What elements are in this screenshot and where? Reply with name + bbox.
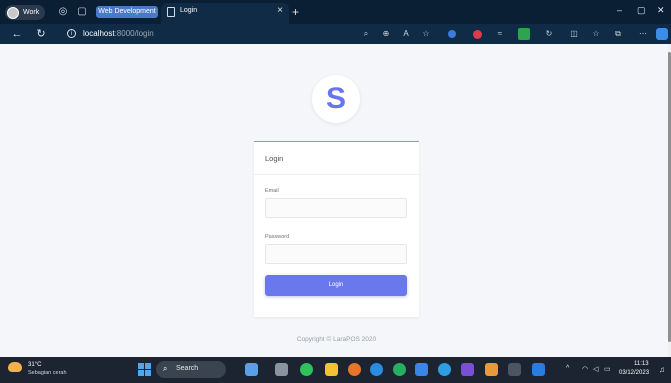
clock-date[interactable]: 03/12/2023 [619,370,649,376]
refresh-icon[interactable]: ↻ [34,27,48,41]
read-aloud-icon[interactable]: A [400,28,412,40]
todo-icon[interactable] [415,363,428,376]
minimize-icon[interactable]: – [617,5,622,15]
browser-toolbar: ← ↻ i localhost:8000/login ⌕ ⊕ A ☆ ≈ ↻ ◫… [0,24,671,44]
taskbar: 31°C Sebagian cerah ⌕ Search ^ ◠ ◁ ▭ 11:… [0,357,671,383]
copilot-icon[interactable] [656,28,668,40]
card-title: Login [265,154,284,163]
tab-actions-icon[interactable]: ▢ [76,6,88,18]
profile-avatar [7,6,19,19]
sublime-icon[interactable] [485,363,498,376]
app-logo: S [312,75,360,123]
extension-blue-icon[interactable] [448,30,456,38]
zoom-icon[interactable]: ⊕ [380,28,392,40]
taskbar-search[interactable]: ⌕ Search [156,361,226,378]
file-explorer-icon[interactable] [325,363,338,376]
restore-icon[interactable]: ▢ [637,5,646,16]
telegram-icon[interactable] [438,363,451,376]
edge-icon[interactable] [370,363,383,376]
profile-button[interactable]: Work [5,5,45,20]
back-icon[interactable]: ← [10,27,24,41]
favorites-icon[interactable]: ☆ [590,28,602,40]
widgets-icon[interactable] [245,363,258,376]
vscode-icon[interactable] [532,363,545,376]
url-path: :8000/login [114,29,154,38]
browser-tab-strip: Work ◎ ▢ Web Development Login × + – ▢ ✕ [0,0,671,24]
wifi-icon[interactable]: ◠ [582,365,588,373]
notification-bell-icon[interactable]: ♫ [659,365,665,374]
search-label: Search [176,365,199,372]
weather-desc[interactable]: Sebagian cerah [28,370,67,376]
split-screen-icon[interactable]: ◫ [568,28,580,40]
search-page-icon[interactable]: ⌕ [360,28,372,40]
email-field[interactable] [265,198,407,218]
refresh-extension-icon[interactable]: ↻ [543,28,555,40]
extension-green-icon[interactable] [518,28,530,40]
clock-time[interactable]: 11:13 [634,361,649,367]
extension-red-icon[interactable] [473,30,482,39]
task-view-icon[interactable] [275,363,288,376]
weather-icon[interactable] [8,362,22,372]
start-button[interactable] [138,363,151,376]
favorite-star-icon[interactable]: ☆ [420,28,432,40]
close-window-icon[interactable]: ✕ [657,5,665,16]
site-info-icon[interactable]: i [67,29,76,38]
battery-icon[interactable]: ▭ [604,365,611,373]
password-label: Password [265,234,290,240]
email-label: Email [265,188,279,194]
onenote-icon[interactable] [461,363,474,376]
login-button[interactable]: Login [265,275,407,296]
card-header: Login [254,142,419,175]
page-icon [167,7,175,17]
tab-login[interactable]: Login × [161,3,289,24]
more-menu-icon[interactable]: ⋯ [637,28,649,40]
weather-temp[interactable]: 31°C [28,362,41,368]
new-tab-icon[interactable]: + [292,5,299,19]
firefox-icon[interactable] [348,363,361,376]
login-card: Login Email Password Login [254,141,419,317]
collections-icon[interactable]: ⧉ [612,28,624,40]
volume-icon[interactable]: ◁ [593,365,598,373]
url-text: localhost:8000/login [83,29,154,38]
tab-title: Login [180,7,198,14]
chevron-up-icon[interactable]: ^ [566,365,569,372]
copyright-text: Copyright © LaraPOS 2020 [296,336,377,343]
tab-group-chip[interactable]: Web Development [96,6,158,18]
close-tab-icon[interactable]: × [277,5,283,16]
url-host: localhost [83,29,115,38]
search-icon: ⌕ [163,364,168,373]
terminal-icon[interactable] [508,363,521,376]
profile-label: Work [23,9,40,16]
password-field[interactable] [265,244,407,264]
logo-letter: S [325,82,346,115]
whatsapp-icon[interactable] [300,363,313,376]
spotify-icon[interactable] [393,363,406,376]
workspaces-icon[interactable]: ◎ [57,6,69,18]
extension-wave-icon[interactable]: ≈ [494,28,506,40]
